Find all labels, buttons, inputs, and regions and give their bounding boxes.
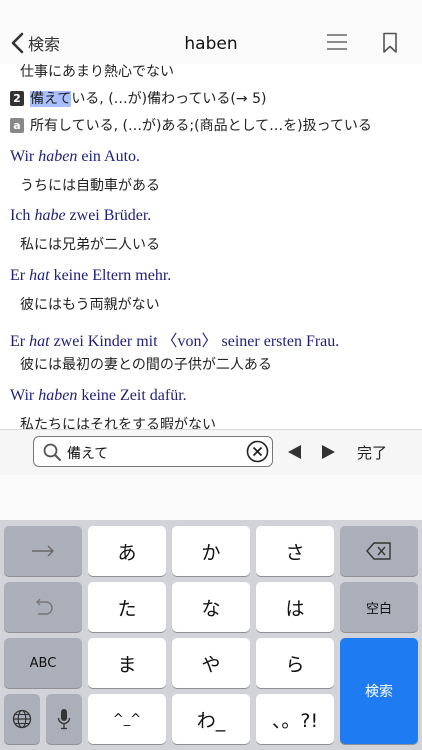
dictation-key[interactable]	[46, 694, 82, 744]
find-input[interactable]: 備えて	[33, 436, 273, 467]
example-sentence: Er hat keine Eltern mehr.	[10, 267, 172, 284]
key-emoticon[interactable]: ^_^	[88, 694, 166, 744]
key-na[interactable]: な	[172, 582, 250, 632]
page-title: haben	[184, 34, 238, 54]
example-sentence: Er hat zwei Kinder mit 〈von〉 seiner erst…	[10, 333, 340, 350]
key-ta[interactable]: た	[88, 582, 166, 632]
truncated-line: 仕事にあまり熱心でない	[20, 64, 174, 80]
arrow-right-icon	[32, 545, 54, 557]
undo-icon	[36, 598, 53, 615]
key-ka[interactable]: か	[172, 526, 250, 576]
key-sa[interactable]: さ	[256, 526, 334, 576]
delete-key[interactable]	[340, 526, 418, 576]
key-punctuation[interactable]: 、。?!	[256, 694, 334, 744]
find-input-value: 備えて	[67, 446, 109, 462]
clear-icon[interactable]	[246, 440, 269, 463]
search-icon	[43, 443, 61, 461]
find-bar: 備えて 完了	[0, 429, 422, 476]
undo-key[interactable]	[4, 582, 82, 632]
definition-a: a 所有している, (…が)ある;(商品として…を)扱っている	[10, 115, 372, 135]
example-translation: うちには自動車がある	[20, 178, 160, 194]
example-sentence: Wir haben ein Auto.	[10, 148, 141, 165]
delete-icon	[366, 542, 391, 560]
space-key[interactable]: 空白	[340, 582, 418, 632]
key-wa[interactable]: わ_	[172, 694, 250, 744]
sense-badge: a	[10, 118, 24, 133]
example-translation: 彼には最初の妻との間の子供が二人ある	[20, 357, 272, 373]
key-ma[interactable]: ま	[88, 638, 166, 688]
example-translation: 彼にはもう両親がない	[20, 297, 160, 313]
candidate-bar	[0, 475, 422, 520]
definition-text: いる, (…が)備わっている(→ 5)	[71, 91, 267, 107]
globe-key[interactable]	[4, 694, 40, 744]
example-sentence: Ich habe zwei Brüder.	[10, 207, 152, 224]
navigation-bar: 検索 haben	[0, 0, 422, 64]
key-a[interactable]: あ	[88, 526, 166, 576]
globe-icon	[12, 709, 32, 729]
keyboard: あ か さ た な は 空白 ABC ま や ら 検索 ^_^ わ_ 、。?!	[0, 520, 422, 750]
search-key[interactable]: 検索	[340, 638, 418, 744]
key-ha[interactable]: は	[256, 582, 334, 632]
example-sentence: Wir haben keine Zeit dafür.	[10, 387, 187, 404]
key-ya[interactable]: や	[172, 638, 250, 688]
previous-match-icon[interactable]	[287, 444, 302, 460]
definition-2: 2 備えている, (…が)備わっている(→ 5)	[10, 88, 266, 108]
next-arrow-key[interactable]	[4, 526, 82, 576]
microphone-icon	[57, 709, 71, 730]
key-ra[interactable]: ら	[256, 638, 334, 688]
sense-badge: 2	[10, 91, 24, 106]
search-highlight: 備えて	[30, 91, 72, 107]
next-match-icon[interactable]	[321, 444, 336, 460]
menu-list-icon[interactable]	[327, 33, 347, 55]
dictionary-entry: 仕事にあまり熱心でない 2 備えている, (…が)備わっている(→ 5) a 所有し…	[0, 64, 422, 429]
example-translation: 私には兄弟が二人いる	[20, 237, 160, 253]
definition-text: 所有している, (…が)ある;(商品として…を)扱っている	[30, 118, 372, 134]
done-button[interactable]: 完了	[357, 442, 387, 463]
abc-key[interactable]: ABC	[4, 638, 82, 688]
bookmark-icon[interactable]	[382, 32, 398, 58]
example-translation: 私たちにはそれをする暇がない	[20, 417, 216, 429]
